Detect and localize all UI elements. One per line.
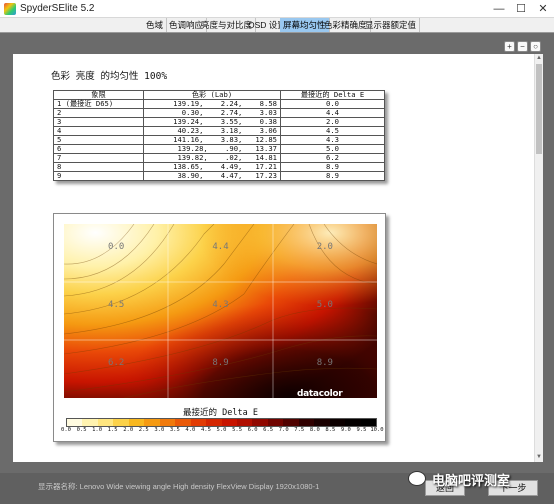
report-title: 色彩 亮度 的均匀性 100% <box>51 71 168 82</box>
scale-tick-label: 0.0 <box>61 427 71 433</box>
quadrant-cell: 8 <box>53 162 144 172</box>
heatmap-cell-value: 6.2 <box>108 358 125 369</box>
scale-segment <box>113 419 129 426</box>
scale-segment <box>360 419 377 426</box>
lab-cell: 38.90, 4.47, 17.23 <box>143 171 281 181</box>
scale-title: 最接近的 Delta E <box>183 408 258 418</box>
quadrant-cell: 7 <box>53 153 144 163</box>
scale-tick-label: 4.5 <box>200 427 211 433</box>
heatmap-cell-value: 8.9 <box>316 358 333 369</box>
watermark: 电脑吧评测室 <box>432 474 511 489</box>
zoom-in-icon[interactable]: + <box>504 41 515 52</box>
scale-tick-label: 2.0 <box>123 427 134 433</box>
title-bar: SpyderSElite 5.2 — ☐ ✕ <box>0 0 554 18</box>
scale-segment <box>144 419 160 426</box>
scale-tick-label: 5.5 <box>232 427 243 433</box>
color-scale <box>66 418 377 427</box>
zoom-fit-icon[interactable]: ○ <box>530 41 541 52</box>
scale-segment <box>221 419 237 426</box>
scale-segment <box>314 419 330 426</box>
quadrant-cell: 2 <box>53 108 144 118</box>
maximize-button[interactable]: ☐ <box>510 0 532 18</box>
scale-tick-label: 8.0 <box>309 427 320 433</box>
window-title: SpyderSElite 5.2 <box>20 3 95 14</box>
scale-tick-label: 4.0 <box>185 427 196 433</box>
table-body: 1 (最接近 D65) 139.19, 2.24, 8.58 0.0 2 0.30, 2… <box>53 99 385 181</box>
scroll-down-icon[interactable]: ▼ <box>535 453 543 461</box>
table-row: 9 38.90, 4.47, 17.23 8.9 <box>53 171 385 181</box>
scale-segment <box>175 419 191 426</box>
scale-tick-label: 2.5 <box>138 427 149 433</box>
scale-tick-label: 3.5 <box>169 427 180 433</box>
tab-bar: 色域 色调响应 亮度与对比度 OSD 设置 屏幕均匀性 色彩精确度 显示器额定值 <box>0 18 554 33</box>
scale-tick-label: 1.0 <box>92 427 103 433</box>
scale-tick-label: 10.0 <box>370 427 384 433</box>
scroll-thumb[interactable] <box>536 64 542 154</box>
heatmap-cell-value: 4.5 <box>108 300 125 311</box>
scale-tick-label: 6.0 <box>247 427 258 433</box>
heatmap-cell-value: 5.0 <box>316 300 333 311</box>
scale-segment <box>97 419 114 426</box>
heatmap-cell-value: 0.0 <box>108 242 125 253</box>
zoom-out-icon[interactable]: − <box>517 41 528 52</box>
uniformity-table: 象限 色彩 (Lab) 最接近的 Delta E 1 (最接近 D65) 139.… <box>53 90 385 181</box>
tab-gamut[interactable]: 色域 <box>143 18 168 32</box>
wechat-icon <box>408 471 426 486</box>
uniformity-chart: 0.0 4.4 2.0 4.5 4.3 5.0 6.2 8.9 8.9 datacolor 最接… <box>53 213 386 442</box>
app-logo-icon <box>4 3 16 15</box>
scale-segment <box>67 419 83 426</box>
quadrant-cell: 3 <box>53 117 144 127</box>
quadrant-cell: 5 <box>53 135 144 145</box>
scale-ticks: 0.0 0.5 1.0 1.5 2.0 2.5 3.0 3.5 4.0 4.5 5.0 5.5 6.0 6… <box>61 427 384 437</box>
close-button[interactable]: ✕ <box>532 0 554 18</box>
heatmap-cell-value: 4.4 <box>212 242 229 253</box>
scale-segment <box>283 419 299 426</box>
scale-segment <box>128 419 145 426</box>
scale-tick-label: 3.0 <box>154 427 165 433</box>
monitor-name: 显示器名称: Lenovo Wide viewing angle High de… <box>38 482 320 491</box>
scale-tick-label: 1.5 <box>107 427 118 433</box>
scale-tick-label: 8.5 <box>325 427 336 433</box>
heatmap-cell-value: 2.0 <box>316 242 333 253</box>
scale-tick-label: 7.0 <box>278 427 289 433</box>
vertical-scrollbar[interactable]: ▲ ▼ <box>534 54 543 462</box>
heatmap-cell-value: 8.9 <box>212 358 229 369</box>
heatmap-cell-value: 4.3 <box>212 300 229 311</box>
scale-segment <box>345 419 361 426</box>
minimize-button[interactable]: — <box>488 0 510 18</box>
scale-segment <box>190 419 207 426</box>
scale-tick-label: 0.5 <box>76 427 87 433</box>
quadrant-cell: 6 <box>53 144 144 154</box>
delta-e-cell: 8.9 <box>280 171 385 181</box>
scroll-up-icon[interactable]: ▲ <box>535 54 543 62</box>
quadrant-cell: 9 <box>53 171 144 181</box>
scale-segment <box>206 419 222 426</box>
quadrant-cell: 4 <box>53 126 144 136</box>
scale-tick-label: 7.5 <box>294 427 305 433</box>
scale-segment <box>236 419 253 426</box>
scale-segment <box>82 419 98 426</box>
brand-logo: datacolor <box>297 389 343 398</box>
scale-segment <box>267 419 284 426</box>
scale-tick-label: 9.5 <box>356 427 367 433</box>
scale-segment <box>159 419 176 426</box>
scale-tick-label: 9.0 <box>340 427 351 433</box>
scale-segment <box>298 419 315 426</box>
scale-segment <box>252 419 268 426</box>
tab-monitor-rating[interactable]: 显示器额定值 <box>362 18 421 32</box>
quadrant-cell: 1 (最接近 D65) <box>53 99 144 109</box>
report-page: 色彩 亮度 的均匀性 100% 象限 色彩 (Lab) 最接近的 Delta E… <box>13 54 534 462</box>
scale-segment <box>329 419 346 426</box>
scale-tick-label: 5.0 <box>216 427 227 433</box>
scale-tick-label: 6.5 <box>263 427 274 433</box>
heatmap: 0.0 4.4 2.0 4.5 4.3 5.0 6.2 8.9 8.9 datacolor <box>64 224 377 398</box>
